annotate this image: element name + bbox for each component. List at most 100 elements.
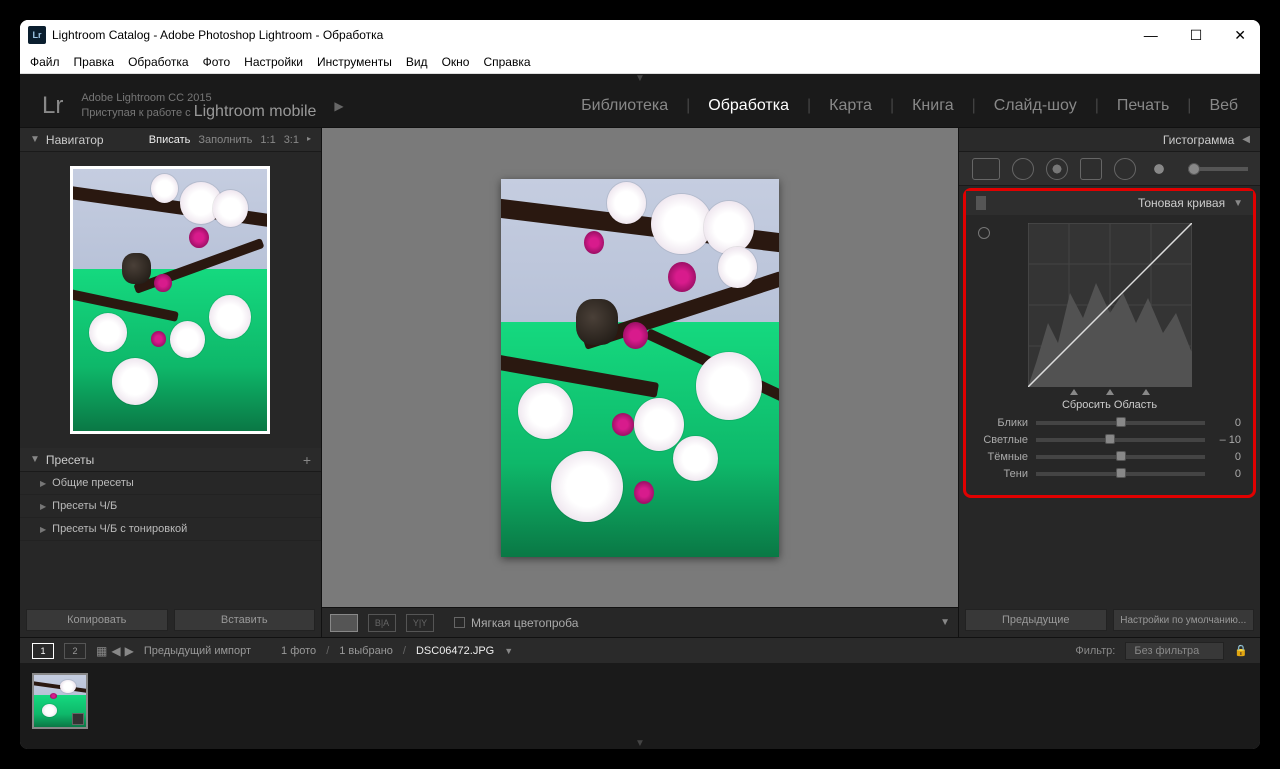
panel-collapse-bottom[interactable]: ▼ [20, 739, 1260, 749]
histogram-header[interactable]: Гистограмма ◀ [959, 128, 1260, 152]
navigator-thumbnail [70, 166, 270, 434]
identity-line2a: Приступая к работе с [81, 107, 193, 119]
menu-item[interactable]: Настройки [244, 55, 303, 69]
module-tab[interactable]: Книга [912, 97, 953, 115]
tool-size-slider[interactable] [1188, 167, 1248, 171]
slider-track[interactable] [1036, 438, 1205, 442]
filmstrip[interactable] [20, 663, 1260, 739]
chevron-down-icon: ▼ [30, 454, 40, 465]
slider-track[interactable] [1036, 421, 1205, 425]
tone-curve-header[interactable]: Тоновая кривая ▼ [966, 191, 1253, 215]
app-icon: Lr [28, 26, 46, 44]
slider-label: Светлые [978, 434, 1028, 446]
slider-handle[interactable] [1116, 451, 1126, 461]
develop-badge-icon [72, 713, 84, 725]
filter-dropdown[interactable]: Без фильтра [1125, 642, 1224, 660]
tone-slider-row: Светлые – 10 [978, 434, 1241, 446]
chevron-left-icon: ◀ [1242, 134, 1250, 145]
menu-item[interactable]: Инструменты [317, 55, 392, 69]
menu-item[interactable]: Фото [203, 55, 231, 69]
preset-group[interactable]: ▶Общие пресеты [20, 472, 321, 495]
grid-icon[interactable]: ▦ [96, 644, 107, 658]
main-window-button[interactable]: 1 [32, 643, 54, 659]
redeye-tool[interactable] [1046, 158, 1068, 180]
tone-slider-row: Блики0 [978, 417, 1241, 429]
menu-item[interactable]: Правка [74, 55, 115, 69]
module-tab[interactable]: Веб [1209, 97, 1238, 115]
identity-text: Adobe Lightroom CC 2015 Приступая к рабо… [81, 91, 316, 120]
loupe-view-button[interactable] [330, 614, 358, 632]
tone-curve-label: Тоновая кривая [986, 196, 1225, 210]
spot-tool[interactable] [1012, 158, 1034, 180]
nav-fwd-icon[interactable]: ▶ [125, 644, 134, 658]
before-after-lr-button[interactable]: B|A [368, 614, 396, 632]
maximize-button[interactable]: ☐ [1184, 27, 1209, 44]
module-tab[interactable]: Обработка [708, 97, 789, 115]
module-tab[interactable]: Библиотека [581, 97, 668, 115]
center-toolbar: B|A Y|Y Мягкая цветопроба ▼ [322, 607, 958, 637]
copy-button[interactable]: Копировать [26, 609, 168, 631]
menu-item[interactable]: Файл [30, 55, 60, 69]
module-tab[interactable]: Карта [829, 97, 872, 115]
reset-region-label[interactable]: Сбросить Область [978, 399, 1241, 411]
navigator-preview[interactable] [20, 152, 321, 448]
slider-track[interactable] [1036, 455, 1205, 459]
chevron-down-icon: ▼ [30, 134, 40, 145]
previous-button[interactable]: Предыдущие [965, 609, 1107, 631]
chevron-right-icon: ▶ [40, 479, 46, 488]
menu-item[interactable]: Окно [442, 55, 470, 69]
current-filename[interactable]: DSC06472.JPG [416, 645, 494, 657]
second-window-button[interactable]: 2 [64, 643, 86, 659]
toolbar-dropdown-icon[interactable]: ▼ [940, 617, 950, 628]
radial-tool[interactable] [1114, 158, 1136, 180]
preset-group[interactable]: ▶Пресеты Ч/Б [20, 495, 321, 518]
gradient-tool[interactable] [1080, 158, 1102, 180]
paste-button[interactable]: Вставить [174, 609, 316, 631]
menu-item[interactable]: Справка [483, 55, 530, 69]
chevron-right-icon[interactable]: ▸ [307, 134, 311, 146]
module-tab[interactable]: Слайд-шоу [994, 97, 1077, 115]
slider-value: – 10 [1213, 434, 1241, 446]
navigator-zoom-option[interactable]: Вписать [149, 134, 191, 146]
tone-curve-chart[interactable] [966, 215, 1253, 395]
left-panel: ▼ Навигатор Вписать Заполнить 1:1 3:1 ▸ [20, 128, 322, 637]
presets-label: Пресеты [46, 453, 94, 467]
menu-item[interactable]: Вид [406, 55, 428, 69]
slider-track[interactable] [1036, 472, 1205, 476]
navigator-label: Навигатор [46, 133, 104, 147]
preset-group[interactable]: ▶Пресеты Ч/Б с тонировкой [20, 518, 321, 541]
add-preset-button[interactable]: + [303, 452, 311, 468]
navigator-header[interactable]: ▼ Навигатор Вписать Заполнить 1:1 3:1 ▸ [20, 128, 321, 152]
target-adjust-icon[interactable] [978, 227, 990, 239]
menu-item[interactable]: Обработка [128, 55, 189, 69]
filter-lock-icon[interactable]: 🔒 [1234, 644, 1248, 657]
panel-switch-icon[interactable] [976, 196, 986, 210]
minimize-button[interactable]: — [1138, 27, 1164, 44]
navigator-zoom-option[interactable]: Заполнить [198, 134, 252, 146]
preset-list: ▶Общие пресеты▶Пресеты Ч/Б▶Пресеты Ч/Б с… [20, 472, 321, 541]
reset-defaults-button[interactable]: Настройки по умолчанию... [1113, 609, 1255, 631]
filmstrip-thumbnail[interactable] [32, 673, 88, 729]
menubar: Файл Правка Обработка Фото Настройки Инструме… [20, 50, 1260, 74]
presets-header[interactable]: ▼ Пресеты + [20, 448, 321, 472]
close-button[interactable]: ✕ [1228, 27, 1252, 44]
left-action-buttons: Копировать Вставить [20, 603, 321, 637]
source-label[interactable]: Предыдущий импорт [144, 645, 251, 657]
nav-back-icon[interactable]: ◀ [111, 644, 120, 658]
slider-label: Блики [978, 417, 1028, 429]
image-canvas[interactable] [322, 128, 958, 607]
filename-dropdown-icon[interactable]: ▼ [504, 646, 513, 656]
navigator-zoom-option[interactable]: 1:1 [260, 134, 275, 146]
slider-handle[interactable] [1116, 417, 1126, 427]
panel-collapse-top[interactable]: ▼ [20, 74, 1260, 84]
slider-handle[interactable] [1116, 468, 1126, 478]
activity-play-icon[interactable]: ▶ [334, 99, 343, 113]
navigator-zoom-option[interactable]: 3:1 [284, 134, 299, 146]
slider-handle[interactable] [1105, 434, 1115, 444]
tone-curve-panel-highlight: Тоновая кривая ▼ [963, 188, 1256, 498]
softproof-toggle[interactable]: Мягкая цветопроба [454, 616, 578, 630]
crop-tool[interactable] [972, 158, 1000, 180]
module-tab[interactable]: Печать [1117, 97, 1169, 115]
brush-tool[interactable] [1148, 158, 1170, 180]
before-after-tb-button[interactable]: Y|Y [406, 614, 434, 632]
